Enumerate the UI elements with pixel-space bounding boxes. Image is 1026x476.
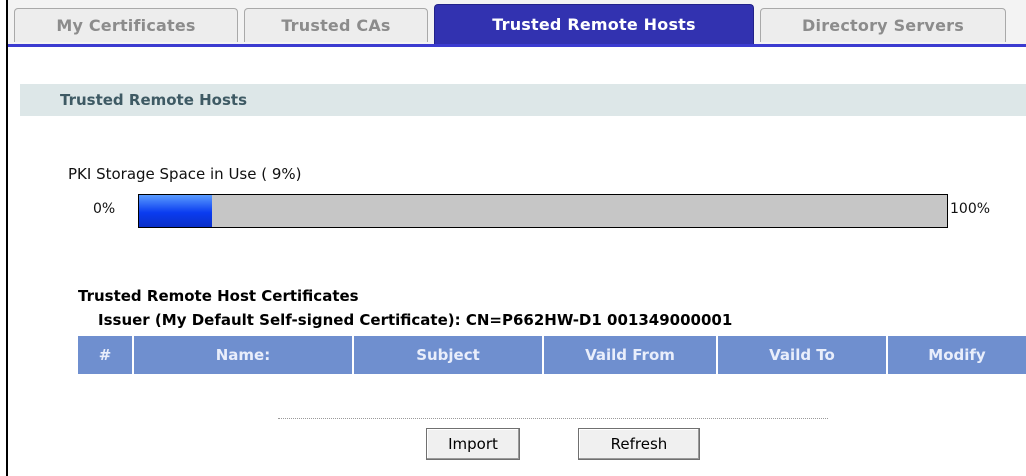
column-header-valid-from[interactable]: Vaild From (544, 336, 718, 374)
column-header-subject[interactable]: Subject (354, 336, 544, 374)
storage-min-label: 0% (93, 201, 116, 217)
storage-progress-bar (138, 194, 948, 228)
certificates-table-header: # Name: Subject Vaild From Vaild To Modi… (78, 336, 1026, 374)
storage-progress-fill (139, 195, 212, 227)
import-button[interactable]: Import (426, 428, 520, 460)
divider (278, 418, 828, 419)
tab-directory-servers[interactable]: Directory Servers (760, 8, 1006, 42)
certificates-title: Trusted Remote Host Certificates (78, 287, 359, 305)
tab-trusted-remote-hosts[interactable]: Trusted Remote Hosts (434, 4, 754, 44)
column-header-name[interactable]: Name: (134, 336, 354, 374)
issuer-line: Issuer (My Default Self-signed Certifica… (98, 311, 733, 329)
storage-usage-label: PKI Storage Space in Use ( 9%) (68, 165, 302, 183)
column-header-valid-to[interactable]: Vaild To (718, 336, 888, 374)
tab-my-certificates[interactable]: My Certificates (14, 8, 238, 42)
pki-panel: My Certificates Trusted CAs Trusted Remo… (6, 0, 1026, 476)
tab-trusted-cas[interactable]: Trusted CAs (244, 8, 428, 42)
refresh-button[interactable]: Refresh (578, 428, 700, 460)
tab-bar: My Certificates Trusted CAs Trusted Remo… (8, 0, 1026, 47)
storage-max-label: 100% (950, 201, 991, 217)
column-header-number: # (78, 336, 134, 374)
section-title: Trusted Remote Hosts (20, 84, 1026, 116)
column-header-modify: Modify (888, 336, 1026, 374)
